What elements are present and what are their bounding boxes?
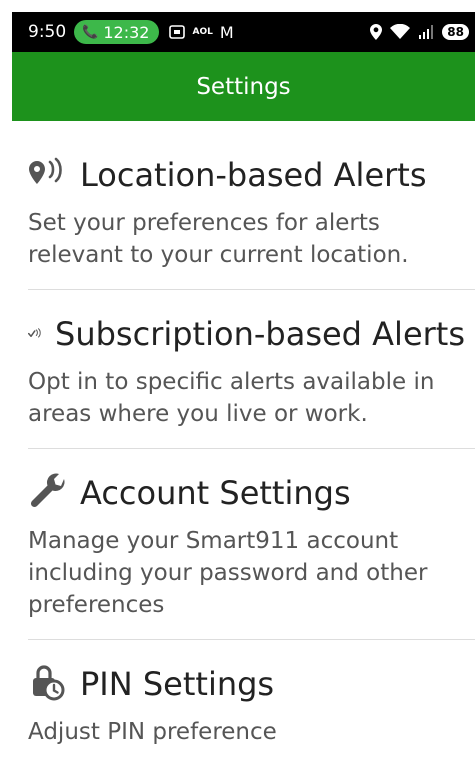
page-title: Settings [196, 73, 291, 100]
settings-item-account[interactable]: Account Settings Manage your Smart911 ac… [12, 449, 475, 639]
system-icons: 88 [370, 24, 475, 40]
aol-icon: AOL [192, 27, 213, 37]
settings-item-location-alerts[interactable]: Location-based Alerts Set your preferenc… [12, 121, 475, 289]
pin-lock-icon [33, 665, 65, 701]
battery-level: 88 [442, 24, 469, 40]
screencast-icon [169, 25, 186, 39]
location-alert-icon [29, 157, 62, 184]
checkmark-alert-icon [28, 328, 41, 338]
item-description: Set your preferences for alerts relevant… [28, 210, 409, 268]
item-description: Opt in to specific alerts available in a… [28, 369, 435, 427]
location-icon [370, 24, 383, 40]
item-description: Adjust PIN preference [28, 719, 277, 745]
phone-icon: 📞 [82, 24, 99, 40]
settings-item-pin[interactable]: PIN Settings Adjust PIN preference [12, 640, 475, 766]
item-title: Subscription-based Alerts [55, 315, 465, 353]
settings-item-subscription-alerts[interactable]: Subscription-based Alerts Opt in to spec… [12, 290, 475, 448]
status-time: 9:50 [28, 22, 67, 42]
item-title: Account Settings [80, 474, 351, 512]
wrench-icon [30, 473, 65, 508]
gmail-icon: M [219, 22, 234, 42]
item-description: Manage your Smart911 account including y… [28, 528, 428, 618]
item-title: PIN Settings [80, 665, 275, 703]
item-title: Location-based Alerts [80, 156, 427, 194]
status-bar: 9:50 📞 12:32 AOL M 88 [12, 12, 475, 52]
wifi-icon [390, 24, 411, 39]
signal-icon [419, 25, 434, 39]
app-bar: Settings [12, 52, 475, 121]
call-duration: 12:32 [103, 22, 150, 42]
settings-list: Location-based Alerts Set your preferenc… [12, 121, 475, 766]
notification-icons: AOL M [169, 22, 234, 42]
ongoing-call-pill[interactable]: 📞 12:32 [74, 20, 160, 44]
